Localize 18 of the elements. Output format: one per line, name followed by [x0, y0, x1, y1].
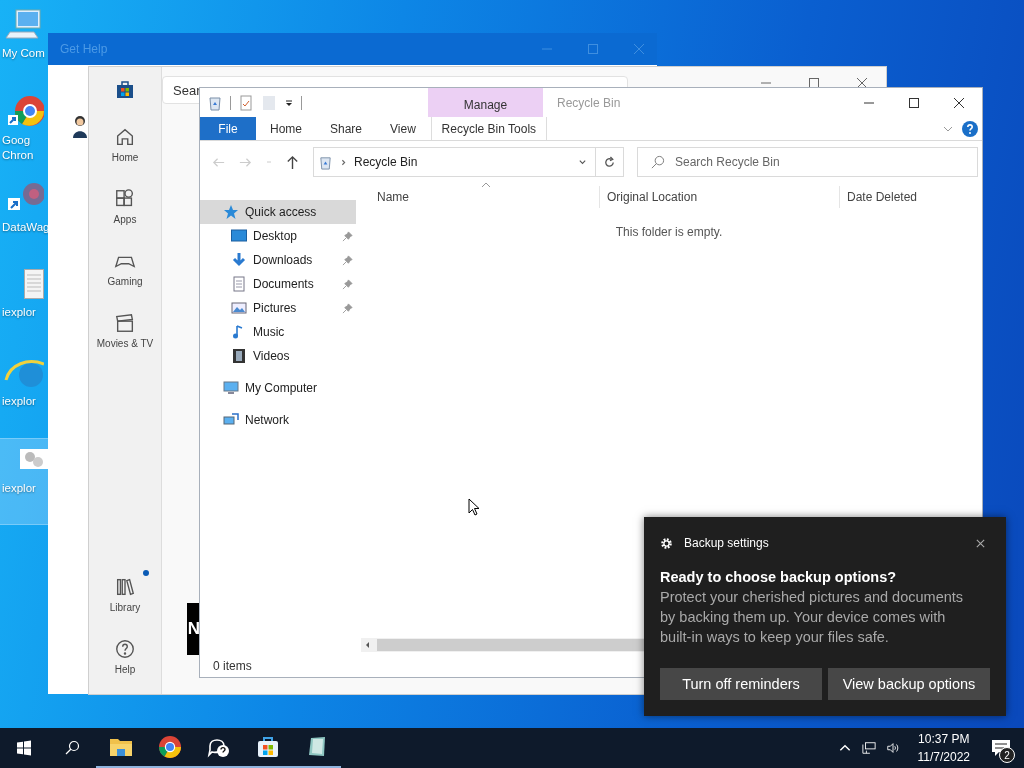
context-tab-group: Manage [428, 88, 543, 117]
shortcut-label: Goog [1, 133, 31, 148]
shortcut-label: My Com [1, 46, 45, 61]
notification-body: Protect your cherished pictures and documents by backing them up. Your device comes with built-in ways to keep your files safe. [660, 588, 965, 647]
empty-message: This folder is empty. [615, 225, 723, 239]
window-title: Recycle Bin [556, 95, 622, 112]
window-title: Get Help [60, 42, 109, 56]
clock-time: 10:37 PM [918, 731, 970, 748]
shortcut-label: DataWag [1, 220, 50, 235]
notification-count: 2 [999, 747, 1015, 763]
shortcut-label: Chron [1, 148, 34, 163]
item-count: 0 items [213, 659, 252, 673]
shortcut-label: iexplor [1, 305, 36, 320]
notification-app-name: Backup settings [684, 536, 769, 550]
notification-title: Ready to choose backup options? [660, 568, 898, 587]
shortcut-label: iexplor [1, 394, 36, 409]
shortcut-label: iexplor [1, 481, 36, 496]
clock-date: 11/7/2022 [917, 749, 970, 766]
